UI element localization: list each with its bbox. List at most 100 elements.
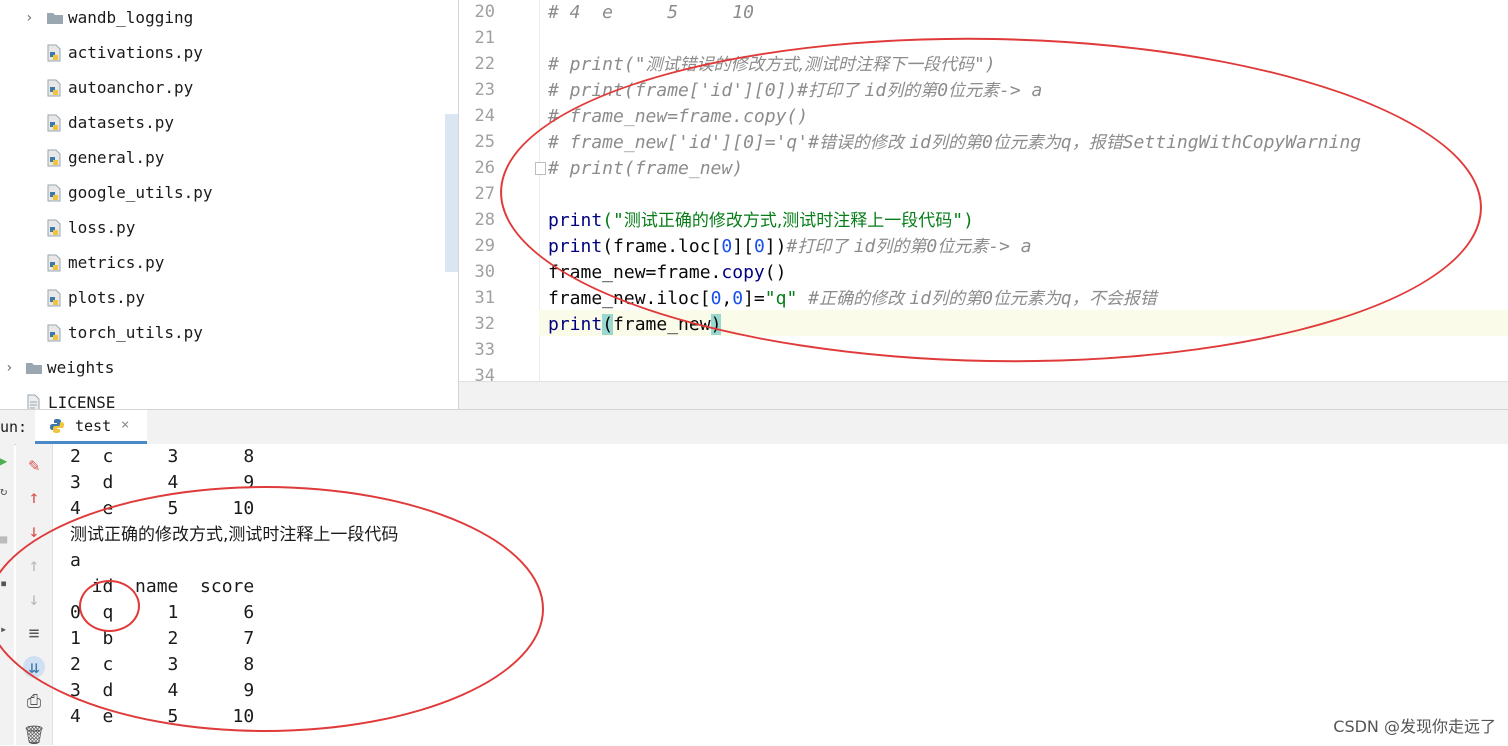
comment-text: # (786, 236, 798, 257)
builtin-print: print (548, 236, 603, 257)
tree-item-label: loss.py (68, 218, 136, 237)
line-number: 29 (474, 236, 495, 256)
up-arrow-icon[interactable]: ↑ (23, 486, 45, 508)
line-number: 27 (474, 184, 495, 204)
tree-item-file[interactable]: loss.py (0, 210, 458, 245)
comment-text: -> a (988, 236, 1032, 257)
string-literal: 测试正确的修改方式,测试时注释上一段代码 (623, 211, 953, 231)
console-line: 4 e 5 10 (70, 498, 255, 519)
python-file-icon (47, 79, 61, 97)
run-label: un: (0, 418, 28, 436)
fold-marker-icon[interactable] (535, 162, 546, 175)
code-text: () (764, 262, 787, 283)
comment-text: id (853, 236, 876, 257)
close-icon[interactable]: × (121, 417, 129, 433)
comment-text: 列的第 (931, 133, 983, 153)
builtin-print: print (548, 210, 603, 231)
tree-item-label: wandb_logging (68, 8, 194, 27)
code-text: frame_new=frame. (548, 262, 722, 283)
python-file-icon (47, 44, 61, 62)
chevron-right-icon[interactable]: › (5, 361, 15, 375)
line-number: 23 (474, 80, 495, 100)
python-file-icon (47, 219, 61, 237)
comment-text: 打印了 (797, 237, 854, 257)
tree-item-label: weights (47, 358, 115, 377)
number-literal: 0 (732, 288, 744, 309)
tree-item-label: torch_utils.py (68, 323, 203, 342)
tree-item-file[interactable]: datasets.py (0, 105, 458, 140)
print-icon[interactable]: ⎙ (23, 690, 45, 712)
tree-item-file[interactable]: autoanchor.py (0, 70, 458, 105)
comment-text: # frame_new=frame.copy() (548, 106, 809, 127)
tree-item-license[interactable]: LICENSE (0, 385, 458, 409)
tree-item-file[interactable]: google_utils.py (0, 175, 458, 210)
code-text: ]= (743, 288, 765, 309)
comment-text: 正确的修改 (818, 289, 910, 309)
console-line: 3 d 4 9 (70, 680, 255, 701)
code-text: frame_new (613, 314, 711, 335)
soft-wrap-icon[interactable]: ≡ (23, 622, 45, 644)
comment-text: 0 (937, 80, 949, 101)
scroll-to-end-icon[interactable]: ⇊ (23, 656, 45, 678)
tree-item-label: LICENSE (48, 393, 116, 409)
comment-text: ，不会报错 (1071, 289, 1157, 309)
rerun-icon[interactable]: ▶ (0, 454, 7, 468)
matched-bracket: ) (710, 314, 722, 335)
tree-item-label: google_utils.py (68, 183, 213, 202)
string-literal: ") (952, 210, 974, 231)
layout-icon[interactable]: ▪ (0, 576, 7, 590)
code-editor[interactable]: 20 21 22 23 24 25 26 27 28 29 30 31 32 3… (459, 0, 1508, 409)
refresh-icon[interactable]: ↻ (0, 484, 7, 498)
comment-text: # print(frame['id'][0])# (548, 80, 809, 101)
python-file-icon (47, 114, 61, 132)
up-stack-icon[interactable]: ↑ (23, 554, 45, 576)
comment-text: 列的第 (875, 237, 927, 257)
chevron-right-icon[interactable]: › (25, 11, 35, 25)
tree-item-label: metrics.py (68, 253, 165, 272)
comment-text: q (1060, 132, 1072, 153)
console-line: 0 q 1 6 (70, 602, 255, 623)
down-arrow-icon[interactable]: ↓ (23, 520, 45, 542)
tree-item-file[interactable]: activations.py (0, 35, 458, 70)
trash-icon[interactable]: 🗑 (23, 724, 46, 746)
number-literal: 0 (721, 236, 733, 257)
run-tool-window-header: un: test × (0, 409, 1508, 445)
comment-text: id (909, 132, 932, 153)
tree-item-weights[interactable]: › weights (0, 350, 458, 385)
tree-item-file[interactable]: plots.py (0, 280, 458, 315)
play-small-icon[interactable]: ▸ (0, 622, 7, 636)
comment-text: -> a (999, 80, 1043, 101)
code-line-26: # print(frame_new) (548, 156, 743, 182)
run-tab-label: test (75, 417, 112, 435)
comment-text: # 4 e 5 10 (548, 2, 754, 23)
comment-text: 测试错误的修改方式,测试时注释下一段代码 (645, 55, 974, 75)
tree-item-file[interactable]: general.py (0, 140, 458, 175)
code-line-28: print("测试正确的修改方式,测试时注释上一段代码") (548, 208, 974, 234)
comment-text: ，报错 (1071, 133, 1123, 153)
code-line-29: print(frame.loc[0][0])#打印了 id列的第0位元素-> a (548, 234, 1032, 260)
line-number: 22 (474, 54, 495, 74)
method-name: copy (721, 262, 765, 283)
tree-item-wandb-logging[interactable]: › wandb_logging (0, 0, 458, 35)
down-stack-icon[interactable]: ↓ (23, 588, 45, 610)
code-line-22: # print("测试错误的修改方式,测试时注释下一段代码") (548, 52, 996, 78)
tree-item-label: general.py (68, 148, 165, 167)
comment-text: ") (973, 54, 996, 75)
line-number: 21 (474, 28, 495, 48)
line-number: 24 (474, 106, 495, 126)
tree-item-label: datasets.py (68, 113, 174, 132)
stop-icon[interactable]: ■ (0, 532, 7, 546)
clear-console-icon[interactable]: ✎ (23, 454, 45, 476)
run-tab-test[interactable]: test × (35, 410, 147, 444)
string-literal: (" (602, 210, 624, 231)
tree-item-file[interactable]: torch_utils.py (0, 315, 458, 350)
tree-item-file[interactable]: metrics.py (0, 245, 458, 280)
python-file-icon (47, 184, 61, 202)
code-line-25: # frame_new['id'][0]='q'#错误的修改 id列的第0位元素… (548, 130, 1361, 156)
console-line: 3 d 4 9 (70, 472, 255, 493)
code-line-23: # print(frame['id'][0])#打印了 id列的第0位元素-> … (548, 78, 1042, 104)
editor-horizontal-scroll-area[interactable] (459, 381, 1508, 409)
tree-scrollbar[interactable] (445, 114, 458, 272)
run-console-output[interactable]: 2 c 3 8 3 d 4 9 4 e 5 10 测试正确的修改方式,测试时注释… (53, 444, 1508, 745)
code-text: ][ (732, 236, 754, 257)
